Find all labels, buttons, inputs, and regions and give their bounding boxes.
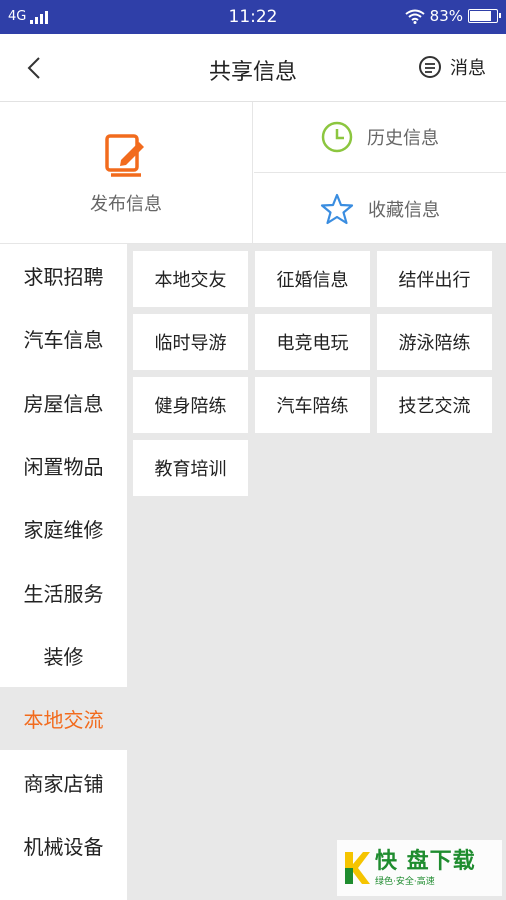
subcategory-tag[interactable]: 教育培训 (133, 440, 248, 496)
watermark-main: 快 盘下载 (375, 848, 476, 874)
subcategory-panel: 本地交友 征婚信息 结伴出行 临时导游 电竞电玩 游泳陪练 健身陪练 汽车陪练 … (127, 244, 506, 900)
category-item[interactable]: 生活服务 (0, 560, 127, 623)
category-item[interactable]: 商家店铺 (0, 750, 127, 813)
battery-fill (470, 11, 491, 21)
category-item[interactable]: 汽车信息 (0, 307, 127, 370)
category-item[interactable]: 闲置物品 (0, 434, 127, 497)
battery-percent: 83% (429, 7, 463, 25)
subcategory-tag[interactable]: 汽车陪练 (255, 377, 370, 433)
messages-label: 消息 (450, 58, 486, 79)
watermark-sub: 绿色·安全·高速 (375, 876, 435, 887)
subcategory-grid: 本地交友 征婚信息 结伴出行 临时导游 电竞电玩 游泳陪练 健身陪练 汽车陪练 … (133, 251, 492, 496)
category-item-active[interactable]: 本地交流 (0, 687, 127, 751)
category-item[interactable]: 家庭维修 (0, 497, 127, 560)
category-item[interactable]: 装修 (0, 624, 127, 687)
category-item[interactable]: 房屋信息 (0, 371, 127, 434)
battery-icon (468, 9, 501, 23)
favorites-label: 收藏信息 (368, 199, 440, 221)
category-item[interactable]: 求职招聘 (0, 244, 127, 307)
message-icon (419, 56, 441, 78)
category-item[interactable]: 机械设备 (0, 814, 127, 877)
edit-document-icon (105, 134, 144, 177)
app-header: 共享信息 消息 (0, 34, 506, 102)
star-icon (320, 193, 354, 224)
subcategory-tag[interactable]: 征婚信息 (255, 251, 370, 307)
subcategory-tag[interactable]: 技艺交流 (377, 377, 492, 433)
favorites-button[interactable]: 收藏信息 (254, 173, 506, 244)
category-sidebar: 求职招聘 汽车信息 房屋信息 闲置物品 家庭维修 生活服务 装修 本地交流 商家… (0, 244, 127, 900)
status-bar: 4G 11:22 83% (0, 0, 506, 34)
status-right: 83% (405, 7, 501, 25)
watermark-logo: 快 盘下载 绿色·安全·高速 (337, 840, 502, 896)
subcategory-tag[interactable]: 临时导游 (133, 314, 248, 370)
subcategory-tag[interactable]: 本地交友 (133, 251, 248, 307)
wifi-icon (405, 9, 425, 24)
clock-icon (321, 121, 353, 153)
chevron-left-icon (27, 57, 40, 79)
messages-button[interactable]: 消息 (418, 54, 486, 80)
back-button[interactable] (16, 50, 52, 86)
subcategory-tag[interactable]: 健身陪练 (133, 377, 248, 433)
k-logo-icon (345, 852, 370, 884)
history-label: 历史信息 (367, 128, 439, 149)
quick-actions: 发布信息 历史信息 收藏信息 (0, 102, 506, 244)
watermark-text: 快 盘下载 绿色·安全·高速 (375, 848, 476, 887)
publish-button[interactable]: 发布信息 (0, 102, 253, 244)
subcategory-tag[interactable]: 电竞电玩 (255, 314, 370, 370)
subcategory-tag[interactable]: 结伴出行 (377, 251, 492, 307)
subcategory-tag[interactable]: 游泳陪练 (377, 314, 492, 370)
publish-label: 发布信息 (90, 194, 162, 215)
history-button[interactable]: 历史信息 (254, 102, 506, 173)
